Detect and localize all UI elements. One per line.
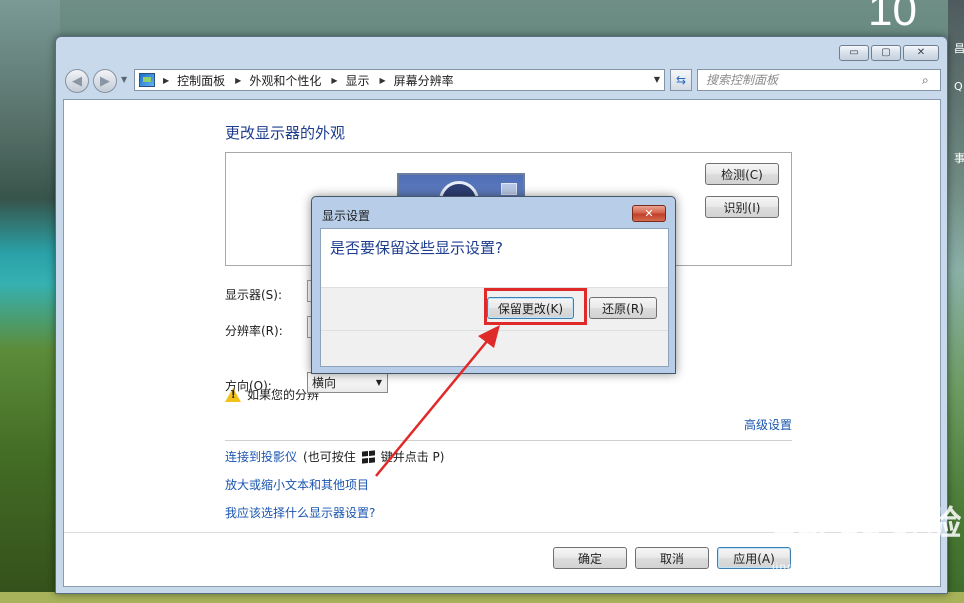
dialog-footer-divider [321, 330, 668, 331]
orientation-select[interactable]: 横向 ▼ [307, 372, 388, 393]
advanced-settings-link[interactable]: 高级设置 [744, 416, 792, 433]
display-label: 显示器(S): [225, 288, 283, 302]
dialog-question: 是否要保留这些显示设置? [330, 239, 503, 257]
dialog-close-icon[interactable]: ✕ [632, 205, 666, 222]
dialog-title: 显示设置 [322, 209, 371, 223]
minimize-button[interactable]: ▭ [839, 45, 869, 61]
identify-button[interactable]: 识别(I) [705, 196, 779, 218]
watermark-url: jingyan.baidu.com [772, 560, 886, 574]
breadcrumb-chevron-icon[interactable]: ▶ [163, 76, 169, 85]
breadcrumb-chevron-icon[interactable]: ▶ [380, 76, 386, 85]
detect-button[interactable]: 检测(C) [705, 163, 779, 185]
search-box[interactable]: ⌕ [697, 69, 941, 91]
text-size-link[interactable]: 放大或缩小文本和其他项目 [225, 476, 369, 493]
breadcrumb-chevron-icon[interactable]: ▶ [235, 76, 241, 85]
desktop-side-text: 昌 [954, 42, 964, 55]
cancel-button[interactable]: 取消 [635, 547, 709, 569]
resolution-label: 分辨率(R): [225, 324, 283, 338]
maximize-button[interactable]: ▢ [871, 45, 901, 61]
control-panel-icon [139, 73, 155, 87]
orientation-value: 横向 [312, 376, 337, 390]
desktop-side-text: Q [954, 80, 963, 93]
refresh-icon[interactable]: ⇆ [670, 69, 692, 91]
chevron-down-icon: ▼ [375, 378, 382, 387]
address-dropdown-icon[interactable]: ▼ [654, 75, 660, 84]
breadcrumb-screen-resolution[interactable]: 屏幕分辨率 [394, 72, 454, 89]
baidu-watermark: Bai du 经验 jingyan.baidu.com [772, 496, 963, 574]
desktop-wallpaper-left [0, 0, 60, 603]
forward-arrow-icon[interactable]: ▶ [93, 69, 117, 93]
back-arrow-icon[interactable]: ◀ [65, 69, 89, 93]
breadcrumb-control-panel[interactable]: 控制面板 [177, 72, 225, 89]
display-settings-dialog: 显示设置 ✕ 是否要保留这些显示设置? 保留更改(K) 还原(R) [311, 196, 676, 374]
desktop-clock: 10 [868, 0, 917, 30]
breadcrumb-chevron-icon[interactable]: ▶ [331, 76, 337, 85]
ok-button[interactable]: 确定 [553, 547, 627, 569]
address-bar[interactable]: ▶ 控制面板 ▶ 外观和个性化 ▶ 显示 ▶ 屏幕分辨率 ▼ [134, 69, 665, 91]
orientation-label: 方向(O): [225, 379, 272, 393]
close-button[interactable]: ✕ [903, 45, 939, 61]
breadcrumb-display[interactable]: 显示 [346, 72, 370, 89]
screen-icon [501, 183, 517, 195]
display-settings-help-link[interactable]: 我应该选择什么显示器设置? [225, 504, 375, 521]
divider [225, 440, 792, 441]
window-controls: ▭ ▢ ✕ [839, 45, 939, 61]
recent-pages-chevron-icon[interactable]: ▼ [121, 75, 127, 84]
revert-button[interactable]: 还原(R) [589, 297, 657, 319]
navigation-bar: ◀ ▶ ▼ ▶ 控制面板 ▶ 外观和个性化 ▶ 显示 ▶ 屏幕分辨率 ▼ ⇆ ⌕ [63, 67, 941, 95]
breadcrumb-appearance[interactable]: 外观和个性化 [249, 72, 321, 89]
page-title: 更改显示器的外观 [225, 124, 346, 142]
desktop-side-text: 事项 [954, 152, 964, 165]
projector-hint: (也可按住 [303, 450, 356, 464]
windows-logo-icon [361, 449, 375, 464]
projector-row: 连接到投影仪 (也可按住 键并点击 P) [225, 448, 444, 465]
search-input[interactable] [706, 71, 920, 89]
projector-hint-key: 键并点击 P) [380, 450, 445, 464]
search-icon[interactable]: ⌕ [922, 73, 929, 88]
connect-projector-link[interactable]: 连接到投影仪 [225, 448, 297, 465]
watermark-brand: Bai du 经验 [772, 505, 963, 543]
annotation-highlight-box [484, 288, 587, 325]
